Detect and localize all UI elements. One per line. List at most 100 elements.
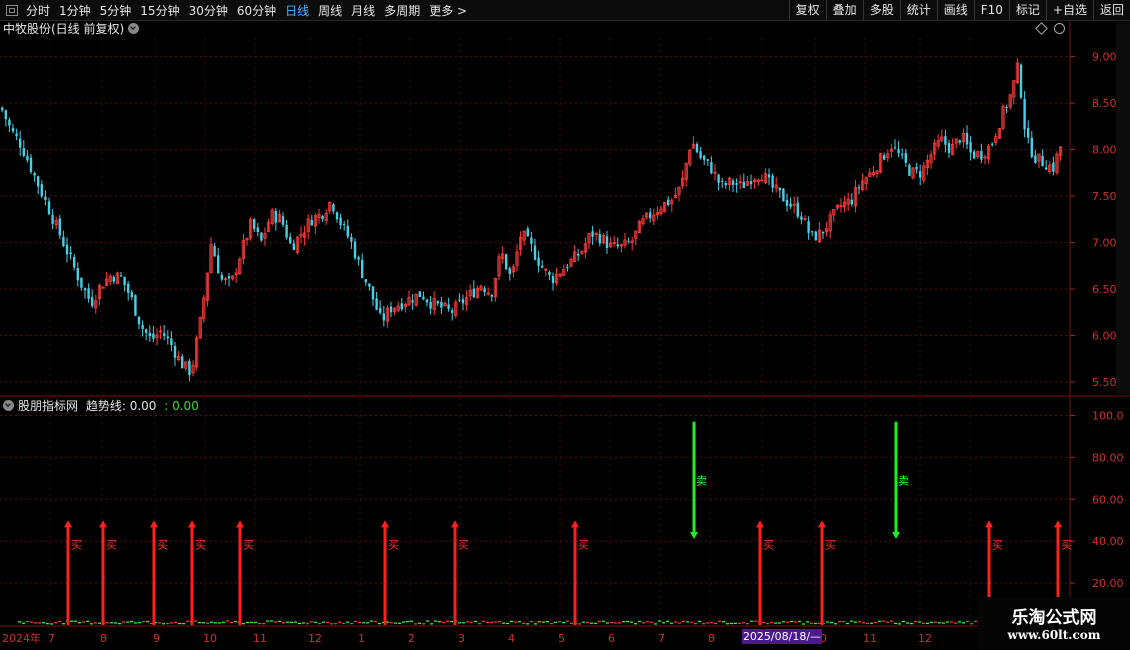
candle-body <box>181 356 184 369</box>
candle-body <box>62 236 65 247</box>
candle-body <box>87 288 90 299</box>
candle-body <box>706 159 709 161</box>
candle-body <box>281 216 285 225</box>
candle-body <box>1030 137 1033 157</box>
chevron-down-icon[interactable] <box>3 400 14 411</box>
candle-body <box>11 128 15 132</box>
sell-label: 卖 <box>898 474 909 487</box>
buy-arrow-icon <box>985 520 993 528</box>
candle-body <box>321 215 324 220</box>
candle-body <box>724 182 727 186</box>
candle-body <box>605 236 609 248</box>
buy-label: 买 <box>106 538 117 551</box>
candle-body <box>1 107 4 111</box>
buy-arrow-icon <box>818 520 826 528</box>
candle-body <box>134 295 137 316</box>
candle-body <box>533 245 537 260</box>
candle-body <box>958 140 961 143</box>
candle-body <box>343 224 346 226</box>
candle-body <box>811 231 814 233</box>
candle-body <box>69 252 72 255</box>
signals: 买 买 买 买 买 买 买 买 买 买 买 买 卖 卖 <box>18 421 1072 625</box>
trend-label: 趋势线: 0.00 <box>85 399 157 413</box>
candle-body <box>47 201 51 215</box>
candle-body <box>807 221 810 233</box>
candle-body <box>627 241 630 243</box>
candle-body <box>973 151 976 159</box>
candle-body <box>335 212 339 220</box>
candle-body <box>1027 128 1030 138</box>
candle-body <box>577 254 580 256</box>
side-strip <box>1116 22 1130 394</box>
y-tick-label: 6.50 <box>1092 283 1117 296</box>
candle-body <box>458 299 461 301</box>
buy-label: 买 <box>825 538 836 551</box>
candle-body <box>310 220 313 226</box>
indicator-title: 股朋指标网 趋势线: 0.00 : 0.00 <box>3 398 199 414</box>
x-tick-label: 10 <box>203 632 217 645</box>
candle-body <box>483 288 486 293</box>
candle-body <box>91 297 94 307</box>
candle-body <box>980 151 983 160</box>
candle-body <box>22 148 25 156</box>
candle-body <box>83 288 87 291</box>
buy-arrow-icon <box>236 520 244 528</box>
candle-body <box>274 210 277 223</box>
y-tick-label: 80.00 <box>1092 451 1124 464</box>
candle-body <box>901 154 904 156</box>
candle-body <box>130 292 133 298</box>
candle-body <box>152 333 155 339</box>
candle-body <box>814 231 817 241</box>
buy-arrow-icon <box>756 520 764 528</box>
x-tick-label: 6 <box>608 632 615 645</box>
candle-body <box>598 234 601 244</box>
candle-body <box>411 300 414 303</box>
x-tick-label: 12 <box>918 632 932 645</box>
candle-body <box>418 291 421 298</box>
candle-body <box>667 199 670 206</box>
candle-body <box>220 274 223 280</box>
candle-body <box>19 138 22 148</box>
candle-body <box>735 183 738 185</box>
buy-arrow-icon <box>1054 520 1062 528</box>
candle-body <box>289 236 292 244</box>
buy-arrow-icon <box>451 520 459 528</box>
candle-body <box>717 174 720 183</box>
buy-arrow-icon <box>188 520 196 528</box>
watermark-logo: 乐淘公式网 www.60lt.com <box>978 597 1130 650</box>
candle-body <box>357 257 360 260</box>
sell-arrow-icon <box>690 532 698 539</box>
candle-body <box>904 152 907 163</box>
sell-arrow-icon <box>892 532 900 539</box>
candle-body <box>541 265 544 268</box>
candle-body <box>548 271 551 276</box>
candle-body <box>76 268 79 281</box>
candle-body <box>350 237 353 242</box>
candle-body <box>364 279 367 283</box>
candle-body <box>213 246 216 257</box>
x-tick-label: 8 <box>100 632 107 645</box>
grid-lines <box>0 20 1130 650</box>
candle-body <box>1005 107 1008 109</box>
candle-body <box>1041 155 1044 167</box>
buy-arrow-icon <box>150 520 158 528</box>
buy-label: 买 <box>195 538 206 551</box>
candle-body <box>915 166 918 170</box>
candle-body <box>782 188 785 202</box>
x-tick-label: 2024年 <box>2 631 41 645</box>
watermark-line2: www.60lt.com <box>1007 628 1101 642</box>
candle-body <box>526 228 529 237</box>
buy-arrow-icon <box>64 520 72 528</box>
buy-label: 买 <box>992 538 1003 551</box>
candle-body <box>508 268 511 275</box>
candle-body <box>123 276 126 286</box>
candle-body <box>148 332 151 337</box>
highlight-date: 2025/08/18/— <box>742 629 822 644</box>
candle-body <box>897 149 900 154</box>
candle-body <box>490 294 493 297</box>
candle-body <box>346 225 349 237</box>
x-tick-label: 4 <box>508 632 515 645</box>
candle-body <box>591 231 594 237</box>
candle-body <box>472 288 475 298</box>
candle-body <box>785 199 789 206</box>
